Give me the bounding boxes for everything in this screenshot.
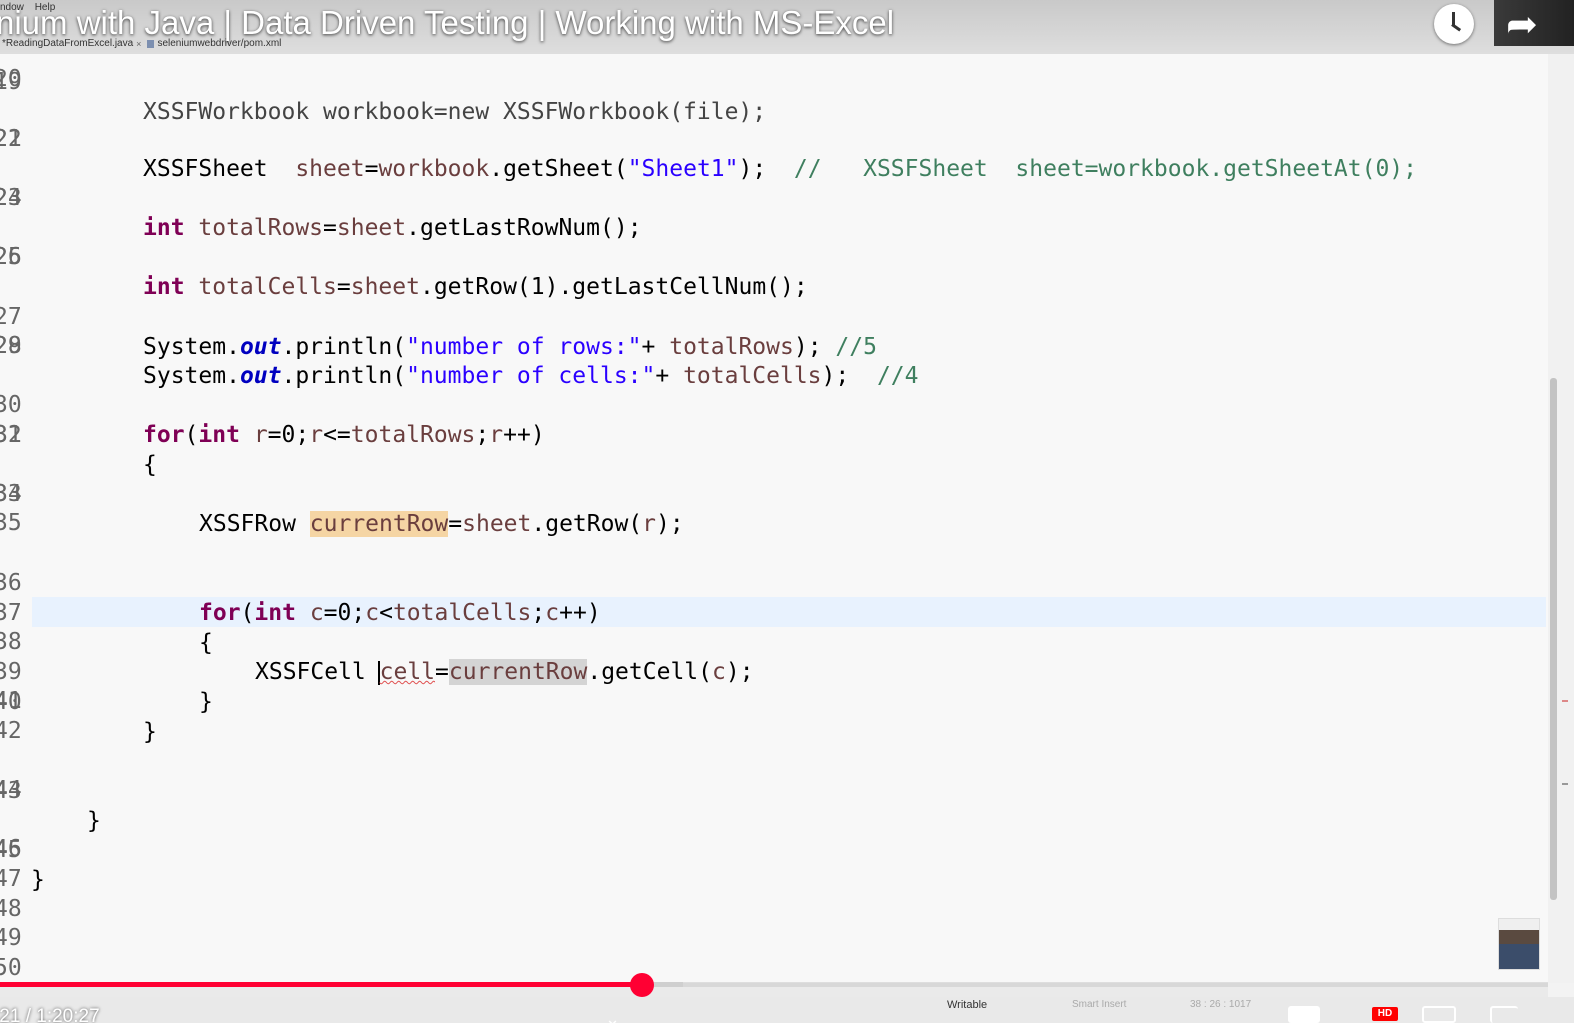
code-line-43: 43 } xyxy=(0,746,1540,834)
title-bar: ndow Help *ReadingDataFromExcel.java × s… xyxy=(0,0,1574,54)
line-number: 26 xyxy=(0,244,22,270)
code-line-44: 44 xyxy=(0,775,1540,805)
watch-later-icon[interactable] xyxy=(1434,4,1474,44)
chevron-down-icon[interactable]: ⌄ xyxy=(605,1009,620,1023)
settings-hd-badge[interactable]: HD xyxy=(1372,1007,1398,1021)
code-line-34: 34 xyxy=(0,479,1540,509)
code-line-37: 37 { xyxy=(0,568,1540,656)
code-line-46: 46 xyxy=(0,834,1540,864)
status-insert-mode: Smart Insert xyxy=(1072,999,1127,1010)
code-line-30: 30 for(int r=0;r<=totalRows;r++) xyxy=(0,360,1540,448)
code-line-45: 45 } xyxy=(0,805,1540,893)
video-progress-fill xyxy=(0,982,642,987)
code-line-38: 38 XSSFCell cell=currentRow.getCell(c); xyxy=(0,597,1540,685)
code-line-21: 21 XSSFSheet sheet=workbook.getSheet("Sh… xyxy=(0,94,1540,182)
code-line-31: 31 { xyxy=(0,390,1540,478)
status-writable: Writable xyxy=(947,999,988,1011)
code-line-48: 48 xyxy=(0,894,1540,924)
code-line-47: 47 xyxy=(0,864,1540,894)
line-number: 34 xyxy=(0,481,22,507)
code-line-40: 40 } xyxy=(0,657,1540,745)
code-editor[interactable]: 19 XSSFWorkbook workbook=new XSSFWorkboo… xyxy=(0,54,1548,983)
overview-ruler-marker[interactable] xyxy=(1562,700,1568,702)
line-number: 48 xyxy=(0,896,22,922)
line-number: 22 xyxy=(0,126,22,152)
code-line-49: 49 xyxy=(0,923,1540,953)
code-line-50: 50 xyxy=(0,953,1540,983)
code-line-20: 20 xyxy=(0,64,1540,94)
subtitles-icon[interactable] xyxy=(1288,1006,1320,1023)
line-number: 44 xyxy=(0,777,22,803)
code-line-42: 42 xyxy=(0,716,1540,746)
code-line-29: 29 xyxy=(0,331,1540,361)
code-line-39: 39 } xyxy=(0,627,1540,715)
code-line-36: 36 for(int c=0;c<totalCells;c++) xyxy=(0,538,1540,626)
presenter-avatar xyxy=(1498,918,1540,970)
status-cursor-position: 38 : 26 : 1017 xyxy=(1190,999,1252,1010)
line-number: 32 xyxy=(0,422,22,448)
fullscreen-icon[interactable] xyxy=(1490,1006,1518,1023)
code-line-27: 27 System.out.println("number of rows:"+… xyxy=(0,272,1540,360)
line-number: 49 xyxy=(0,925,22,951)
code-line-41: 41 xyxy=(0,686,1540,716)
code-line-25: 25 int totalCells=sheet.getRow(1).getLas… xyxy=(0,212,1540,300)
line-number: 35 xyxy=(0,510,22,536)
line-number: 42 xyxy=(0,718,22,744)
code-line-22: 22 xyxy=(0,124,1540,154)
video-time: :21 / 1:20:27 xyxy=(0,1006,100,1023)
line-number: 29 xyxy=(0,333,22,359)
video-scrubber-handle[interactable] xyxy=(630,973,654,997)
code-line-35: 35 xyxy=(0,508,1540,538)
overview-ruler-marker[interactable] xyxy=(1562,783,1568,785)
vertical-scrollbar-thumb[interactable] xyxy=(1550,378,1557,900)
line-number: 41 xyxy=(0,688,22,714)
line-number: 24 xyxy=(0,185,22,211)
status-bar xyxy=(0,997,1574,1023)
video-title[interactable]: nium with Java | Data Driven Testing | W… xyxy=(0,4,894,42)
code-line-26: 26 xyxy=(0,242,1540,272)
theater-mode-icon[interactable] xyxy=(1422,1006,1456,1023)
code-line-33: 33 XSSFRow currentRow=sheet.getRow(r); xyxy=(0,449,1540,537)
line-number: 47 xyxy=(0,866,22,892)
code-line-28: 28 System.out.println("number of cells:"… xyxy=(0,301,1540,389)
line-number: 20 xyxy=(0,66,22,92)
line-number: 46 xyxy=(0,836,22,862)
code-line-32: 32 xyxy=(0,420,1540,450)
code-line-23: 23 int totalRows=sheet.getLastRowNum(); xyxy=(0,153,1540,241)
line-number: 50 xyxy=(0,955,22,981)
share-icon[interactable] xyxy=(1494,0,1574,46)
code-line-24: 24 xyxy=(0,183,1540,213)
